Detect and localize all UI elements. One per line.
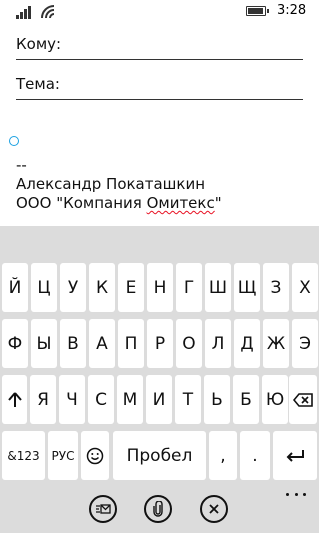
key-row3-8[interactable]: Ю <box>262 375 288 424</box>
paperclip-icon <box>153 501 163 517</box>
company-suffix: " <box>214 194 222 212</box>
attach-button[interactable] <box>144 495 172 523</box>
language-key[interactable]: РУС <box>48 431 78 480</box>
key-row3-1[interactable]: Ч <box>59 375 85 424</box>
close-icon <box>209 504 219 514</box>
key-row1-1[interactable]: Ц <box>31 263 57 312</box>
backspace-icon <box>293 392 313 407</box>
key-row1-0[interactable]: Й <box>2 263 28 312</box>
signal-strength-icon <box>16 5 36 19</box>
key-row1-8[interactable]: Щ <box>234 263 260 312</box>
shift-key[interactable] <box>2 375 27 424</box>
key-row3-7[interactable]: Б <box>233 375 259 424</box>
key-row2-5[interactable]: Р <box>147 319 173 368</box>
key-row1-10[interactable]: Х <box>292 263 318 312</box>
key-row3-3[interactable]: М <box>117 375 143 424</box>
numbers-symbols-key[interactable]: &123 <box>2 431 45 480</box>
signature-company: ООО "Компания Омитекс" <box>16 194 222 213</box>
key-row3-2[interactable]: С <box>88 375 114 424</box>
company-prefix: ООО "Компания <box>16 194 147 212</box>
key-row2-2[interactable]: В <box>60 319 86 368</box>
key-row3-5[interactable]: Т <box>175 375 201 424</box>
signature-name: Александр Покаташкин <box>16 175 206 193</box>
enter-key[interactable] <box>273 431 317 480</box>
company-misspelled-word[interactable]: Омитекс <box>147 194 215 212</box>
key-row2-4[interactable]: П <box>118 319 144 368</box>
status-time: 3:28 <box>277 3 307 18</box>
key-row2-8[interactable]: Д <box>234 319 260 368</box>
key-row2-10[interactable]: Э <box>292 319 318 368</box>
key-row2-7[interactable]: Л <box>205 319 231 368</box>
backspace-key[interactable] <box>289 375 317 424</box>
battery-icon <box>246 6 269 16</box>
wifi-icon <box>41 5 55 19</box>
discard-button[interactable] <box>200 495 228 523</box>
emoji-key[interactable] <box>81 431 109 480</box>
key-row2-1[interactable]: Ы <box>31 319 57 368</box>
period-key[interactable]: . <box>240 431 270 480</box>
subject-field[interactable]: Тема: <box>16 74 303 100</box>
key-row1-9[interactable]: З <box>263 263 289 312</box>
to-field[interactable]: Кому: <box>16 34 303 60</box>
key-row1-2[interactable]: У <box>60 263 86 312</box>
shift-arrow-icon <box>7 391 22 407</box>
key-row3-0[interactable]: Я <box>30 375 56 424</box>
key-row1-7[interactable]: Ш <box>205 263 231 312</box>
enter-return-icon <box>286 449 304 462</box>
subject-label: Тема: <box>16 75 60 93</box>
key-row2-9[interactable]: Ж <box>263 319 289 368</box>
status-bar: 3:28 <box>0 0 319 24</box>
key-row3-6[interactable]: Ь <box>204 375 230 424</box>
key-row1-6[interactable]: Г <box>176 263 202 312</box>
signature-dashes: -- <box>16 156 27 174</box>
to-label: Кому: <box>16 35 62 53</box>
key-row2-3[interactable]: А <box>89 319 115 368</box>
smiley-icon <box>86 447 104 464</box>
key-row1-4[interactable]: Е <box>118 263 144 312</box>
word-suggestion-bar <box>0 226 319 256</box>
space-key[interactable]: Пробел <box>113 431 206 480</box>
key-row3-4[interactable]: И <box>146 375 172 424</box>
key-row1-3[interactable]: К <box>89 263 115 312</box>
key-row2-6[interactable]: О <box>176 319 202 368</box>
key-row2-0[interactable]: Ф <box>2 319 28 368</box>
text-cursor-handle-icon[interactable] <box>9 136 19 146</box>
send-mail-icon <box>96 504 111 514</box>
key-row1-5[interactable]: Н <box>147 263 173 312</box>
message-body[interactable]: -- Александр Покаташкин ООО "Компания Ом… <box>16 156 222 213</box>
more-dots-icon[interactable] <box>286 493 306 499</box>
send-button[interactable] <box>89 495 117 523</box>
comma-key[interactable]: , <box>209 431 237 480</box>
